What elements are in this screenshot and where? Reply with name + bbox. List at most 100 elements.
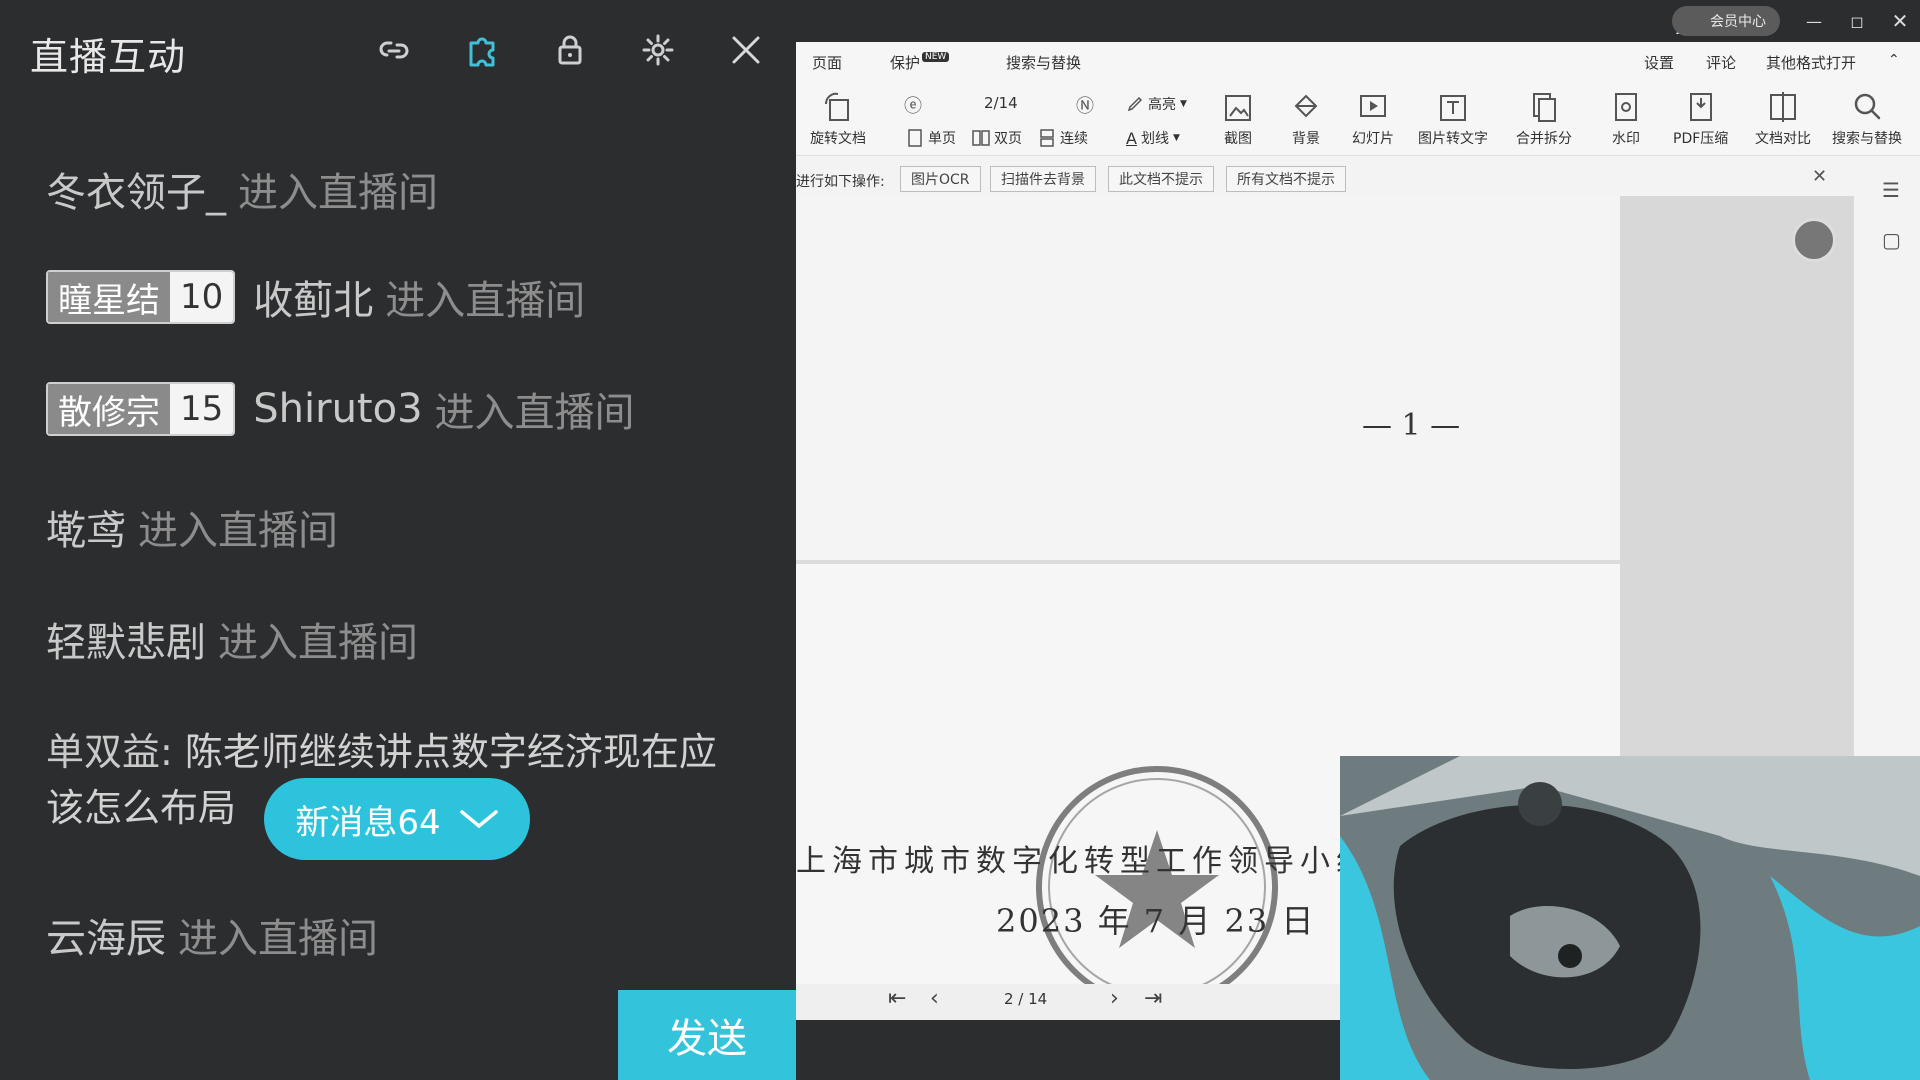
prev-page-nav-icon[interactable]: ‹ bbox=[930, 986, 939, 1011]
bottom-strip bbox=[796, 1020, 1340, 1080]
continuous-tool[interactable]: 连续 bbox=[1038, 128, 1088, 148]
slideshow-tool[interactable]: 幻灯片 bbox=[1352, 90, 1394, 148]
fan-badge[interactable]: 瞳星结 10 bbox=[46, 270, 236, 324]
member-center-button[interactable]: 会员中心 bbox=[1672, 6, 1780, 36]
puzzle-icon[interactable] bbox=[462, 30, 502, 70]
lock-icon[interactable] bbox=[550, 30, 590, 70]
settings-icon[interactable] bbox=[638, 30, 678, 70]
first-page-icon[interactable]: ⇤ bbox=[888, 986, 906, 1011]
menu-protect-label: 保护 bbox=[890, 54, 921, 72]
assistant-icon[interactable] bbox=[1792, 218, 1836, 262]
dropdown-icon: ▼ bbox=[1172, 133, 1180, 143]
maximize-icon[interactable]: ◻ bbox=[1843, 8, 1871, 34]
rotate-tool[interactable]: 旋转文档 bbox=[810, 90, 866, 148]
underline-label: 划线 bbox=[1140, 131, 1169, 147]
document-page bbox=[796, 196, 1620, 560]
chat-title: 直播互动 bbox=[30, 35, 187, 79]
chat-username[interactable]: Shiruto3 bbox=[253, 386, 422, 432]
chat-message: 云海辰 进入直播间 bbox=[46, 906, 378, 964]
pdf-compress-tool[interactable]: PDF压缩 bbox=[1673, 90, 1728, 148]
comment-icon[interactable]: ▢ bbox=[1882, 228, 1901, 252]
single-page-tool[interactable]: 单页 bbox=[906, 128, 956, 148]
menu-comment[interactable]: 评论 bbox=[1706, 52, 1736, 73]
merge-split-tool[interactable]: 合并拆分 bbox=[1516, 90, 1572, 148]
link-icon[interactable] bbox=[374, 30, 414, 70]
chat-message: 冬衣领子_ 进入直播间 bbox=[46, 160, 438, 218]
send-button[interactable]: 发送 bbox=[618, 990, 796, 1080]
highlight-tool[interactable]: 高亮 ▼ bbox=[1126, 94, 1187, 114]
new-messages-label: 新消息64 bbox=[295, 802, 441, 843]
slideshow-icon bbox=[1360, 95, 1386, 117]
prev-page-icon[interactable]: ⓔ bbox=[904, 92, 922, 118]
fan-badge[interactable]: 散修宗 15 bbox=[46, 382, 236, 436]
menu-protect[interactable]: 保护 NEW bbox=[890, 52, 950, 73]
double-page-icon bbox=[972, 130, 990, 146]
document-date: 2023 年 7 月 23 日 bbox=[996, 902, 1316, 940]
chat-username[interactable]: 冬衣领子_ bbox=[46, 160, 226, 218]
new-messages-button[interactable]: 新消息64 bbox=[264, 778, 530, 860]
search-replace-tool[interactable]: 搜索与替换 bbox=[1832, 90, 1902, 148]
dont-prompt-all-button[interactable]: 所有文档不提示 bbox=[1226, 166, 1346, 192]
single-page-icon bbox=[908, 129, 922, 147]
minimize-icon[interactable]: — bbox=[1800, 8, 1828, 34]
chat-message: 轻默悲剧 进入直播间 bbox=[46, 610, 418, 668]
fan-badge-level: 10 bbox=[170, 272, 234, 322]
underline-tool[interactable]: A 划线 ▼ bbox=[1126, 128, 1180, 148]
next-page-icon[interactable]: Ⓝ bbox=[1076, 92, 1094, 118]
chat-username[interactable]: 轻默悲剧 bbox=[46, 610, 206, 668]
issuing-organization: 上海市城市数字化转型工作领导小组 bbox=[796, 844, 1372, 879]
underline-icon: A bbox=[1126, 128, 1137, 148]
fan-badge-name: 瞳星结 bbox=[48, 272, 170, 322]
chat-username[interactable]: 收蓟北 bbox=[253, 268, 373, 326]
page-navigation bbox=[796, 984, 1356, 1020]
rotate-label: 旋转文档 bbox=[810, 131, 866, 147]
chat-username[interactable]: 云海辰 bbox=[46, 906, 166, 964]
watermark-tool[interactable]: 水印 bbox=[1610, 90, 1642, 148]
compare-tool[interactable]: 文档对比 bbox=[1755, 90, 1811, 148]
rotate-icon bbox=[824, 92, 849, 121]
background-tool[interactable]: 背景 bbox=[1290, 90, 1322, 148]
close-icon[interactable] bbox=[726, 30, 766, 70]
compare-label: 文档对比 bbox=[1755, 131, 1811, 147]
last-page-icon[interactable]: ⇥ bbox=[1144, 986, 1162, 1011]
menu-settings[interactable]: 设置 bbox=[1644, 52, 1674, 73]
filter-icon[interactable]: ☰ bbox=[1882, 178, 1900, 202]
search-replace-label: 搜索与替换 bbox=[1832, 131, 1902, 147]
image-to-text-label: 图片转文字 bbox=[1418, 131, 1488, 147]
watermark-icon bbox=[1615, 93, 1637, 121]
webcam-feed bbox=[1340, 756, 1920, 1080]
screenshot-tool[interactable]: 截图 bbox=[1222, 90, 1254, 148]
chat-message: 墘鸢 进入直播间 bbox=[46, 498, 338, 556]
collapse-ribbon-icon[interactable]: ⌃ bbox=[1888, 52, 1900, 68]
webcam-overlay bbox=[1340, 756, 1920, 1080]
notice-prompt: 进行如下操作: bbox=[796, 174, 885, 190]
menu-bar bbox=[796, 42, 1920, 80]
chat-action: 进入直播间 bbox=[138, 508, 338, 554]
watermark-label: 水印 bbox=[1612, 131, 1640, 147]
next-page-nav-icon[interactable]: › bbox=[1110, 986, 1119, 1011]
new-badge: NEW bbox=[922, 52, 950, 62]
official-seal bbox=[1036, 766, 1278, 1008]
page-nav-indicator: 2 / 14 bbox=[1004, 990, 1048, 1008]
chat-username[interactable]: 单双益: bbox=[46, 730, 173, 774]
double-page-tool[interactable]: 双页 bbox=[972, 128, 1022, 148]
scan-remove-bg-button[interactable]: 扫描件去背景 bbox=[990, 166, 1096, 192]
dont-prompt-doc-button[interactable]: 此文档不提示 bbox=[1108, 166, 1214, 192]
continuous-label: 连续 bbox=[1060, 131, 1088, 147]
chat-action: 进入直播间 bbox=[385, 278, 586, 324]
image-to-text-tool[interactable]: 图片转文字 bbox=[1418, 90, 1488, 148]
notice-close-icon[interactable]: ✕ bbox=[1812, 166, 1827, 187]
thumbnail-scroll-area[interactable] bbox=[1620, 196, 1854, 756]
slideshow-label: 幻灯片 bbox=[1352, 131, 1394, 147]
screenshot-icon bbox=[1225, 95, 1251, 121]
image-ocr-button[interactable]: 图片OCR bbox=[900, 166, 981, 192]
window-close-icon[interactable]: ✕ bbox=[1886, 8, 1914, 34]
fan-badge-name: 散修宗 bbox=[48, 384, 170, 434]
compare-icon bbox=[1770, 92, 1796, 122]
chat-username[interactable]: 墘鸢 bbox=[46, 498, 126, 556]
menu-search-replace[interactable]: 搜索与替换 bbox=[1006, 52, 1081, 73]
page-indicator: 2/14 bbox=[984, 94, 1018, 112]
menu-open-other[interactable]: 其他格式打开 bbox=[1766, 52, 1856, 73]
highlight-icon bbox=[1127, 96, 1143, 112]
menu-page[interactable]: 页面 bbox=[812, 52, 842, 73]
